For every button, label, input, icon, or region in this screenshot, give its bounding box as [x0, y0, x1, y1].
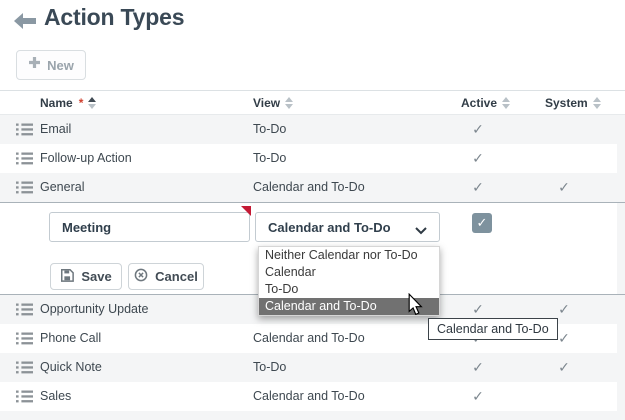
- sort-icon: [88, 97, 96, 109]
- cell-name: Follow-up Action: [40, 144, 132, 173]
- cell-view: To-Do: [253, 353, 286, 382]
- save-button[interactable]: Save: [50, 263, 122, 290]
- tooltip: Calendar and To-Do: [428, 318, 558, 340]
- drag-handle-icon[interactable]: [16, 303, 33, 316]
- cell-name: Quick Note: [40, 353, 102, 382]
- new-button[interactable]: New: [16, 50, 86, 80]
- plus-icon: [28, 56, 41, 74]
- cell-view: To-Do: [253, 115, 286, 144]
- drag-handle-icon[interactable]: [16, 332, 33, 345]
- drag-handle-icon[interactable]: [16, 361, 33, 374]
- cancel-button-label: Cancel: [155, 269, 198, 284]
- system-check-icon: ✓: [550, 173, 578, 202]
- view-select[interactable]: Calendar and To-Do: [255, 212, 440, 242]
- drag-handle-icon[interactable]: [16, 181, 33, 194]
- sort-icon: [285, 97, 293, 109]
- cell-view: Calendar and To-Do: [253, 324, 365, 353]
- action-types-page: Action Types New Name* View Active Syste…: [0, 0, 625, 420]
- cell-view: Calendar and To-Do: [253, 173, 365, 202]
- table-row[interactable]: Follow-up Action To-Do ✓: [0, 144, 617, 173]
- active-checkbox[interactable]: ✓: [472, 213, 492, 233]
- editor-top-divider: [0, 202, 625, 203]
- active-check-icon: ✓: [464, 353, 492, 382]
- sort-icon: [593, 97, 601, 109]
- cell-name: Email: [40, 115, 71, 144]
- dropdown-option[interactable]: Calendar: [259, 264, 439, 281]
- save-button-label: Save: [81, 269, 111, 284]
- column-header-view[interactable]: View: [253, 91, 293, 115]
- dropdown-option[interactable]: Neither Calendar nor To-Do: [259, 247, 439, 264]
- page-title: Action Types: [44, 4, 184, 31]
- column-header-active[interactable]: Active: [461, 91, 510, 115]
- active-check-icon: ✓: [464, 115, 492, 144]
- table-row[interactable]: Email To-Do ✓: [0, 115, 617, 144]
- cell-name: Sales: [40, 382, 71, 411]
- column-header-name[interactable]: Name*: [40, 91, 96, 115]
- drag-handle-icon[interactable]: [16, 123, 33, 136]
- system-check-icon: [550, 144, 578, 173]
- sort-icon: [502, 97, 510, 109]
- table-row[interactable]: General Calendar and To-Do ✓ ✓: [0, 173, 617, 202]
- active-check-icon: ✓: [464, 144, 492, 173]
- save-icon: [60, 268, 74, 285]
- view-select-value: Calendar and To-Do: [268, 220, 391, 235]
- table-header: Name* View Active System: [0, 90, 625, 115]
- cell-view: To-Do: [253, 144, 286, 173]
- system-check-icon: [550, 382, 578, 411]
- cell-name: General: [40, 173, 84, 202]
- table-row[interactable]: Quick Note To-Do ✓ ✓: [0, 353, 617, 382]
- active-check-icon: ✓: [464, 173, 492, 202]
- cancel-icon: [134, 268, 148, 285]
- required-asterisk: *: [79, 96, 84, 110]
- drag-handle-icon[interactable]: [16, 390, 33, 403]
- cancel-button[interactable]: Cancel: [128, 263, 204, 290]
- system-check-icon: ✓: [550, 353, 578, 382]
- new-button-label: New: [47, 58, 74, 73]
- system-check-icon: [550, 115, 578, 144]
- cell-name: Opportunity Update: [40, 295, 148, 324]
- mouse-cursor-icon: [408, 293, 423, 321]
- required-marker-icon: [241, 206, 251, 216]
- cell-name: Phone Call: [40, 324, 101, 353]
- back-arrow-icon[interactable]: [14, 13, 36, 29]
- cell-view: Calendar and To-Do: [253, 382, 365, 411]
- name-input[interactable]: [49, 212, 250, 242]
- drag-handle-icon[interactable]: [16, 152, 33, 165]
- column-header-system[interactable]: System: [545, 91, 601, 115]
- chevron-down-icon: [415, 223, 427, 231]
- active-check-icon: ✓: [464, 382, 492, 411]
- table-row[interactable]: Sales Calendar and To-Do ✓: [0, 382, 617, 411]
